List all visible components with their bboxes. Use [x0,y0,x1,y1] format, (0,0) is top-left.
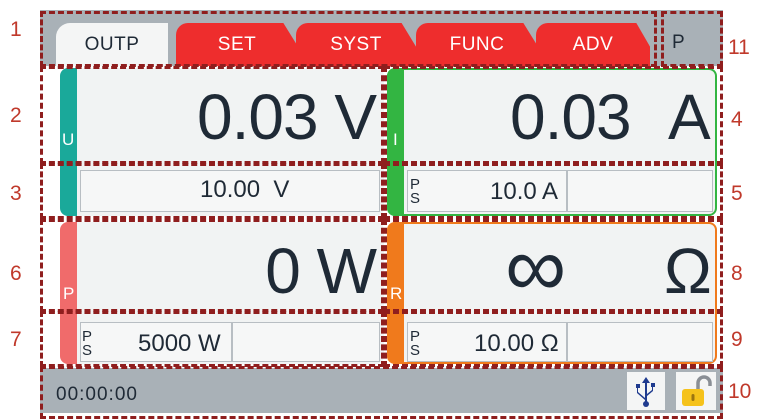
annotation-number-10: 10 [728,380,752,403]
annotation-box-3 [40,163,384,219]
annotation-box-6 [40,219,384,312]
annotation-number-5: 5 [731,182,743,205]
annotation-number-11: 11 [728,36,750,59]
annotation-box-5 [384,163,723,219]
annotation-number-2: 2 [10,104,22,127]
annotation-box-11 [661,11,723,67]
annotation-number-3: 3 [10,182,22,205]
annotation-box-9 [384,311,723,367]
annotation-box-10 [40,366,723,419]
annotation-number-4: 4 [731,108,743,131]
annotation-number-8: 8 [731,262,743,285]
annotation-box-8 [384,219,723,312]
annotation-number-6: 6 [10,262,22,285]
annotation-box-2 [40,66,384,164]
annotation-number-9: 9 [731,328,743,351]
annotation-box-4 [384,66,723,164]
annotation-box-7 [40,311,384,367]
annotation-number-7: 7 [10,328,22,351]
annotation-number-1: 1 [10,18,22,41]
annotation-box-1 [40,11,657,67]
